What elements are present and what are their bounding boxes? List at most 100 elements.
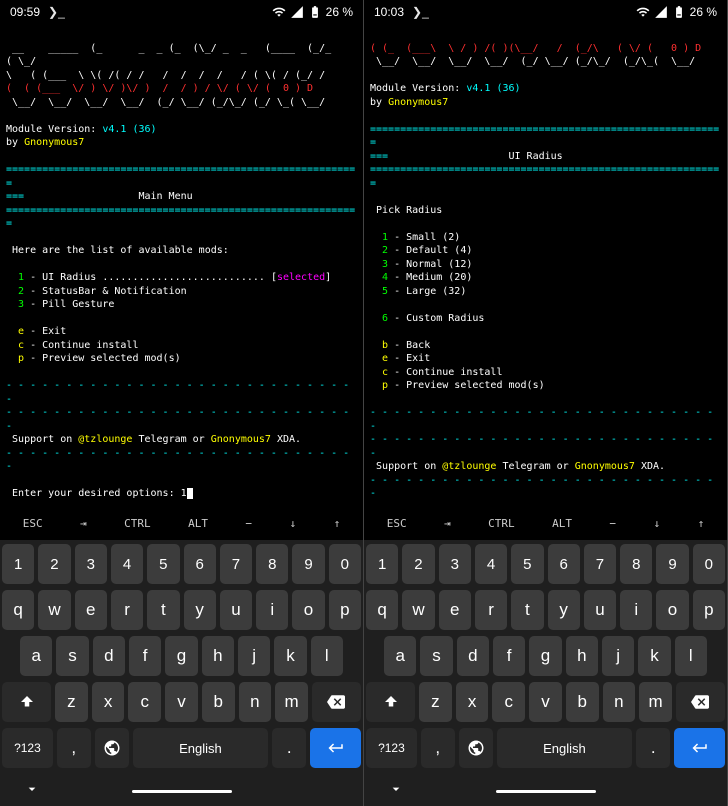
key-h[interactable]: h	[202, 636, 234, 676]
alt-key[interactable]: ALT	[182, 513, 214, 534]
symbols-key[interactable]: ?123	[366, 728, 417, 768]
tab-key[interactable]: ⇥	[438, 513, 457, 534]
alt-key[interactable]: ALT	[546, 513, 578, 534]
key-g[interactable]: g	[165, 636, 197, 676]
key-7[interactable]: 7	[584, 544, 616, 584]
enter-key[interactable]	[310, 728, 361, 768]
key-f[interactable]: f	[129, 636, 161, 676]
enter-key[interactable]	[674, 728, 725, 768]
key-y[interactable]: y	[184, 590, 216, 630]
key-p[interactable]: p	[329, 590, 361, 630]
key-6[interactable]: 6	[184, 544, 216, 584]
key-k[interactable]: k	[274, 636, 306, 676]
key-1[interactable]: 1	[366, 544, 398, 584]
key-8[interactable]: 8	[256, 544, 288, 584]
language-key[interactable]	[459, 728, 493, 768]
key-j[interactable]: j	[602, 636, 634, 676]
key-h[interactable]: h	[566, 636, 598, 676]
comma-key[interactable]: ,	[421, 728, 455, 768]
terminal-output[interactable]: ( (_ (___\ \ / ) /( )(\__/ / (_/\ ( \/ (…	[364, 24, 727, 506]
key-r[interactable]: r	[111, 590, 143, 630]
nav-pill[interactable]	[496, 790, 596, 793]
minus-key[interactable]: −	[603, 513, 622, 534]
up-key[interactable]: ↑	[692, 513, 711, 534]
key-9[interactable]: 9	[656, 544, 688, 584]
key-m[interactable]: m	[639, 682, 672, 722]
ctrl-key[interactable]: CTRL	[118, 513, 157, 534]
key-w[interactable]: w	[38, 590, 70, 630]
key-k[interactable]: k	[638, 636, 670, 676]
key-q[interactable]: q	[2, 590, 34, 630]
key-a[interactable]: a	[20, 636, 52, 676]
nav-down-icon[interactable]	[24, 781, 40, 801]
key-e[interactable]: e	[439, 590, 471, 630]
backspace-key[interactable]	[676, 682, 725, 722]
shift-key[interactable]	[366, 682, 415, 722]
space-key[interactable]: English	[497, 728, 633, 768]
key-b[interactable]: b	[566, 682, 599, 722]
key-w[interactable]: w	[402, 590, 434, 630]
key-j[interactable]: j	[238, 636, 270, 676]
key-t[interactable]: t	[147, 590, 179, 630]
ctrl-key[interactable]: CTRL	[482, 513, 521, 534]
key-s[interactable]: s	[420, 636, 452, 676]
key-l[interactable]: l	[311, 636, 343, 676]
key-r[interactable]: r	[475, 590, 507, 630]
symbols-key[interactable]: ?123	[2, 728, 53, 768]
key-3[interactable]: 3	[75, 544, 107, 584]
key-t[interactable]: t	[511, 590, 543, 630]
key-v[interactable]: v	[165, 682, 198, 722]
language-key[interactable]	[95, 728, 129, 768]
key-b[interactable]: b	[202, 682, 235, 722]
key-z[interactable]: z	[419, 682, 452, 722]
period-key[interactable]: .	[636, 728, 670, 768]
key-x[interactable]: x	[92, 682, 125, 722]
key-o[interactable]: o	[656, 590, 688, 630]
esc-key[interactable]: ESC	[17, 513, 49, 534]
key-5[interactable]: 5	[511, 544, 543, 584]
key-5[interactable]: 5	[147, 544, 179, 584]
key-p[interactable]: p	[693, 590, 725, 630]
down-key[interactable]: ↓	[647, 513, 666, 534]
space-key[interactable]: English	[133, 728, 269, 768]
key-d[interactable]: d	[93, 636, 125, 676]
key-o[interactable]: o	[292, 590, 324, 630]
key-u[interactable]: u	[584, 590, 616, 630]
minus-key[interactable]: −	[239, 513, 258, 534]
key-g[interactable]: g	[529, 636, 561, 676]
nav-down-icon[interactable]	[388, 781, 404, 801]
key-q[interactable]: q	[366, 590, 398, 630]
key-z[interactable]: z	[55, 682, 88, 722]
key-a[interactable]: a	[384, 636, 416, 676]
key-i[interactable]: i	[256, 590, 288, 630]
key-y[interactable]: y	[548, 590, 580, 630]
key-9[interactable]: 9	[292, 544, 324, 584]
nav-pill[interactable]	[132, 790, 232, 793]
tab-key[interactable]: ⇥	[74, 513, 93, 534]
key-f[interactable]: f	[493, 636, 525, 676]
key-c[interactable]: c	[492, 682, 525, 722]
key-l[interactable]: l	[675, 636, 707, 676]
key-7[interactable]: 7	[220, 544, 252, 584]
key-n[interactable]: n	[603, 682, 636, 722]
key-e[interactable]: e	[75, 590, 107, 630]
period-key[interactable]: .	[272, 728, 306, 768]
up-key[interactable]: ↑	[328, 513, 347, 534]
key-4[interactable]: 4	[111, 544, 143, 584]
key-x[interactable]: x	[456, 682, 489, 722]
esc-key[interactable]: ESC	[381, 513, 413, 534]
key-6[interactable]: 6	[548, 544, 580, 584]
shift-key[interactable]	[2, 682, 51, 722]
key-3[interactable]: 3	[439, 544, 471, 584]
key-d[interactable]: d	[457, 636, 489, 676]
key-c[interactable]: c	[128, 682, 161, 722]
key-i[interactable]: i	[620, 590, 652, 630]
backspace-key[interactable]	[312, 682, 361, 722]
key-m[interactable]: m	[275, 682, 308, 722]
terminal-output[interactable]: __ _____ (_ _ _ (_ (\_/ _ _ (____ (_/_ (…	[0, 24, 363, 506]
key-4[interactable]: 4	[475, 544, 507, 584]
key-8[interactable]: 8	[620, 544, 652, 584]
key-0[interactable]: 0	[693, 544, 725, 584]
key-2[interactable]: 2	[38, 544, 70, 584]
down-key[interactable]: ↓	[283, 513, 302, 534]
